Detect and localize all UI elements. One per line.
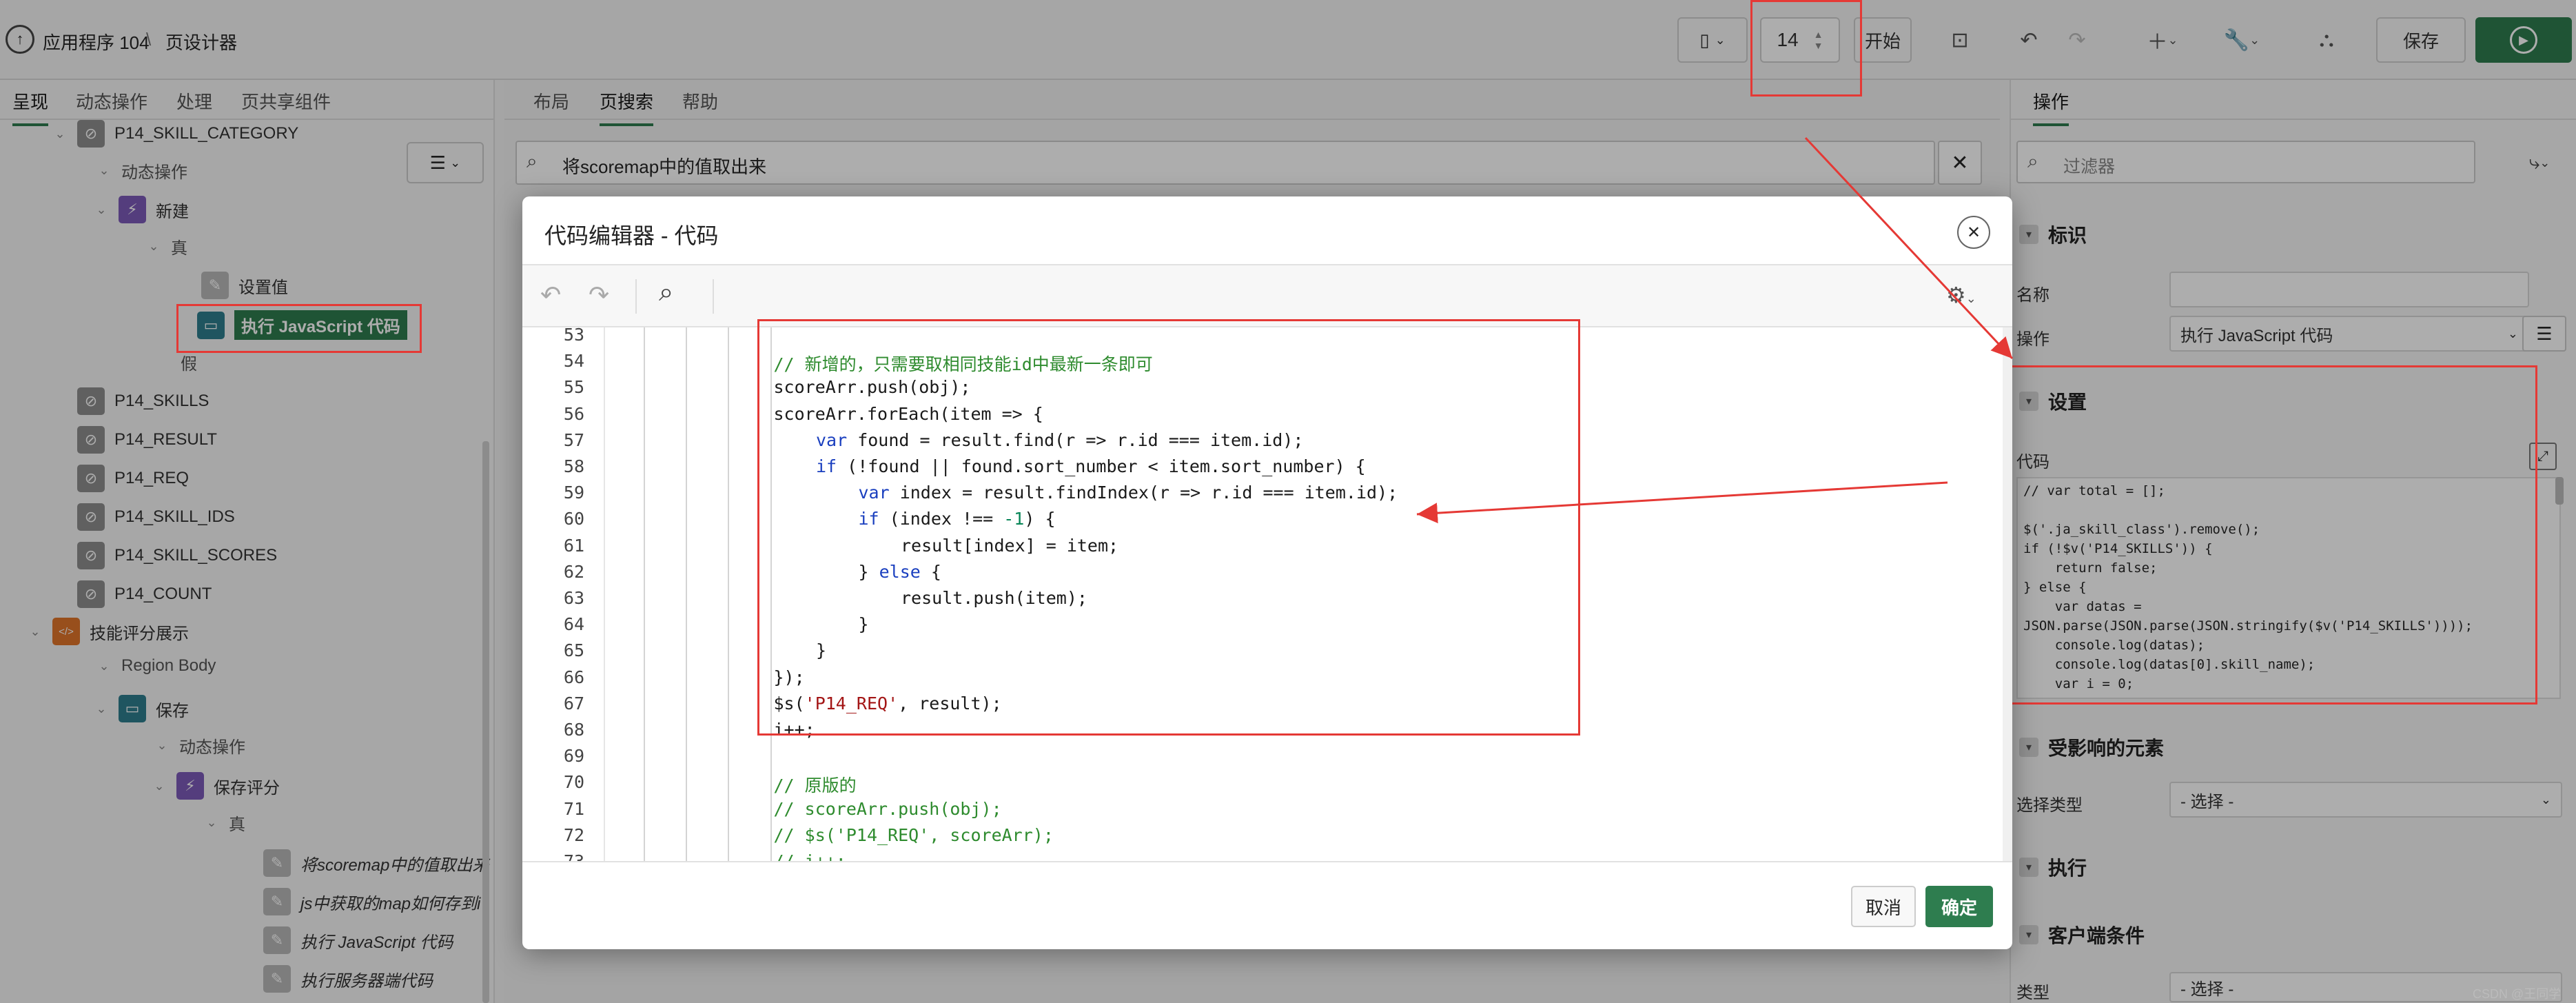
annotation-arrows: [1416, 136, 2014, 524]
watermark: CSDN @王同学Bo: [2473, 987, 2562, 1003]
arrow-page-to-settings: [1804, 136, 2014, 360]
arrow-settings-to-code: [1416, 481, 1948, 524]
